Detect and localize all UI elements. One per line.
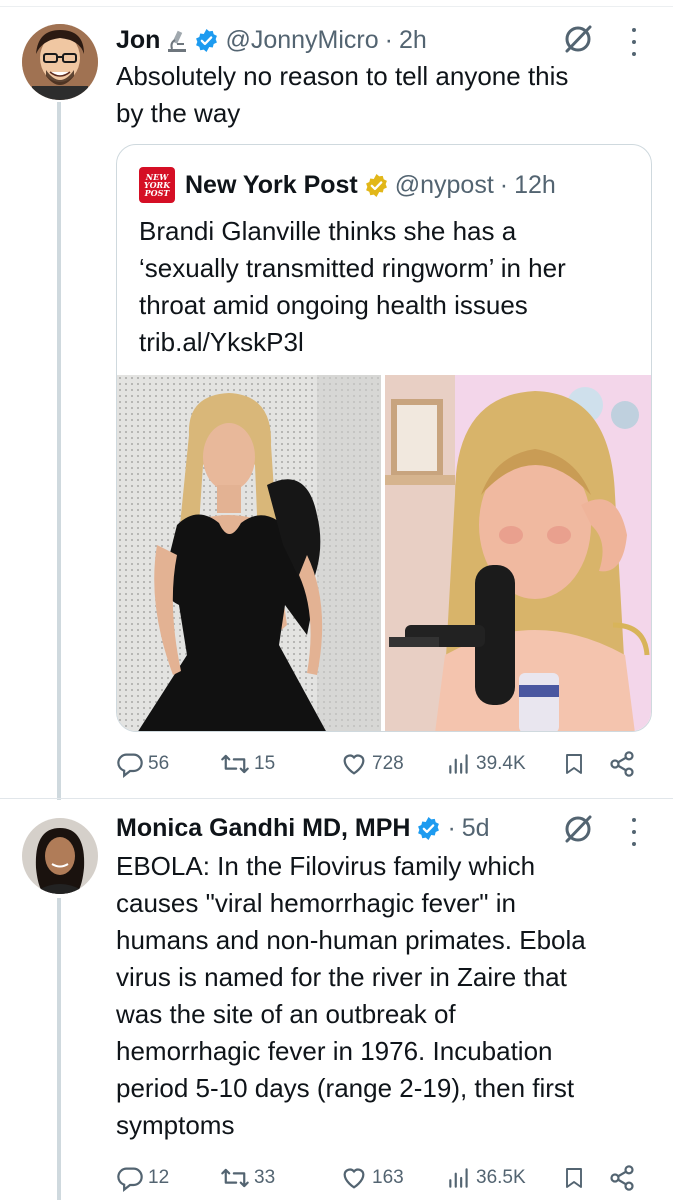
quote-text-line: Brandi Glanville thinks she has a: [139, 216, 517, 246]
quote-author-name[interactable]: New York Post: [185, 171, 358, 200]
tweet-text-line: virus is named for the river in Zaire th…: [116, 962, 567, 992]
repost-icon: [221, 754, 249, 774]
nypost-logo[interactable]: NEW YORK POST: [139, 167, 175, 203]
quote-media[interactable]: [117, 375, 651, 731]
photo-woman-black-dress[interactable]: [117, 375, 381, 731]
avatar[interactable]: [22, 818, 98, 894]
share-button[interactable]: [608, 1164, 640, 1192]
views-button[interactable]: 36.5K: [446, 1164, 526, 1192]
tweet-text-line: EBOLA: In the Filovirus family which: [116, 851, 536, 881]
like-count: 728: [372, 753, 404, 774]
author-name[interactable]: Jon: [116, 26, 160, 55]
reply-button[interactable]: 12: [116, 1164, 169, 1192]
tweet-text: Absolutely no reason to tell anyone this…: [116, 58, 568, 132]
view-count: 36.5K: [476, 1167, 526, 1188]
timestamp[interactable]: 5d: [462, 814, 490, 843]
more-icon[interactable]: [630, 818, 638, 846]
tweet-divider: [0, 798, 673, 799]
reply-count: 56: [148, 753, 170, 774]
repost-count: 33: [254, 1167, 276, 1188]
quote-timestamp[interactable]: 12h: [514, 171, 556, 200]
views-icon: [449, 1168, 468, 1188]
like-count: 163: [372, 1167, 404, 1188]
gold-verified-icon: [364, 173, 389, 198]
tweet-text-line: was the site of an outbreak of: [116, 999, 456, 1029]
bookmark-icon: [566, 754, 582, 774]
verified-badge-icon: [416, 816, 441, 841]
quote-header: NEW YORK POST New York Post @nypost · 12…: [139, 167, 556, 203]
reply-button[interactable]: 56: [116, 750, 169, 778]
logo-text: POST: [144, 188, 170, 198]
thread-line: [57, 102, 61, 800]
timestamp[interactable]: 2h: [399, 26, 427, 55]
tweet-text-line: by the way: [116, 98, 241, 128]
share-icon: [610, 1165, 634, 1191]
quote-text-line: throat amid ongoing health issues: [139, 290, 528, 320]
separator-dot: ·: [447, 814, 456, 842]
grok-icon[interactable]: [561, 812, 595, 846]
reply-icon: [117, 753, 143, 778]
more-icon[interactable]: [630, 28, 638, 56]
bookmark-icon: [566, 1168, 582, 1188]
quote-text: Brandi Glanville thinks she has a ‘sexua…: [139, 213, 639, 361]
views-icon: [449, 754, 468, 774]
repost-icon: [221, 1168, 249, 1188]
tweet[interactable]: Monica Gandhi MD, MPH · 5d EBOLA: In the…: [0, 800, 673, 1200]
view-count: 39.4K: [476, 753, 526, 774]
tweet-text-line: period 5-10 days (range 2-19), then firs…: [116, 1073, 575, 1103]
thread-line: [57, 898, 61, 1200]
quote-link[interactable]: trib.al/YkskP3l: [139, 324, 639, 361]
author-name[interactable]: Monica Gandhi MD, MPH: [116, 814, 410, 843]
share-button[interactable]: [608, 750, 640, 778]
microscope-icon: [166, 29, 188, 53]
quoted-tweet[interactable]: NEW YORK POST New York Post @nypost · 12…: [116, 144, 652, 732]
tweet-text-line: causes "viral hemorrhagic fever" in: [116, 888, 516, 918]
like-icon: [343, 1168, 365, 1189]
reply-count: 12: [148, 1167, 170, 1188]
bookmark-button[interactable]: [562, 750, 590, 778]
views-button[interactable]: 39.4K: [446, 750, 526, 778]
repost-button[interactable]: 33: [220, 1164, 275, 1192]
tweet[interactable]: Jon @JonnyMicro · 2h Absolutely no reaso…: [0, 0, 673, 800]
tweet-header: Monica Gandhi MD, MPH · 5d: [116, 814, 490, 843]
action-bar: 12 33 163 36.5K: [116, 1164, 646, 1196]
action-bar: 56 15 728 39.4K: [116, 750, 646, 782]
separator-dot: ·: [384, 26, 393, 54]
tweet-header: Jon @JonnyMicro · 2h: [116, 26, 427, 55]
reply-icon: [117, 1167, 143, 1192]
quote-text-line: ‘sexually transmitted ringworm’ in her: [139, 253, 566, 283]
avatar[interactable]: [22, 24, 98, 100]
tweet-text-line: Absolutely no reason to tell anyone this: [116, 61, 569, 91]
tweet-text-line: humans and non-human primates. Ebola: [116, 925, 586, 955]
repost-count: 15: [254, 753, 276, 774]
verified-badge-icon: [194, 28, 219, 53]
like-icon: [343, 754, 365, 775]
separator-dot: ·: [499, 170, 509, 199]
like-button[interactable]: 728: [340, 750, 404, 778]
grok-icon[interactable]: [561, 22, 595, 56]
author-handle[interactable]: @JonnyMicro: [225, 26, 378, 55]
share-icon: [610, 751, 634, 777]
quote-handle[interactable]: @nypost: [395, 171, 494, 200]
tweet-text-line: hemorrhagic fever in 1976. Incubation: [116, 1036, 553, 1066]
bookmark-button[interactable]: [562, 1164, 590, 1192]
tweet-text-line: symptoms: [116, 1110, 235, 1140]
tweet-text: EBOLA: In the Filovirus family which cau…: [116, 848, 586, 1144]
photo-woman-podcast-microphone[interactable]: [385, 375, 651, 731]
repost-button[interactable]: 15: [220, 750, 275, 778]
like-button[interactable]: 163: [340, 1164, 404, 1192]
